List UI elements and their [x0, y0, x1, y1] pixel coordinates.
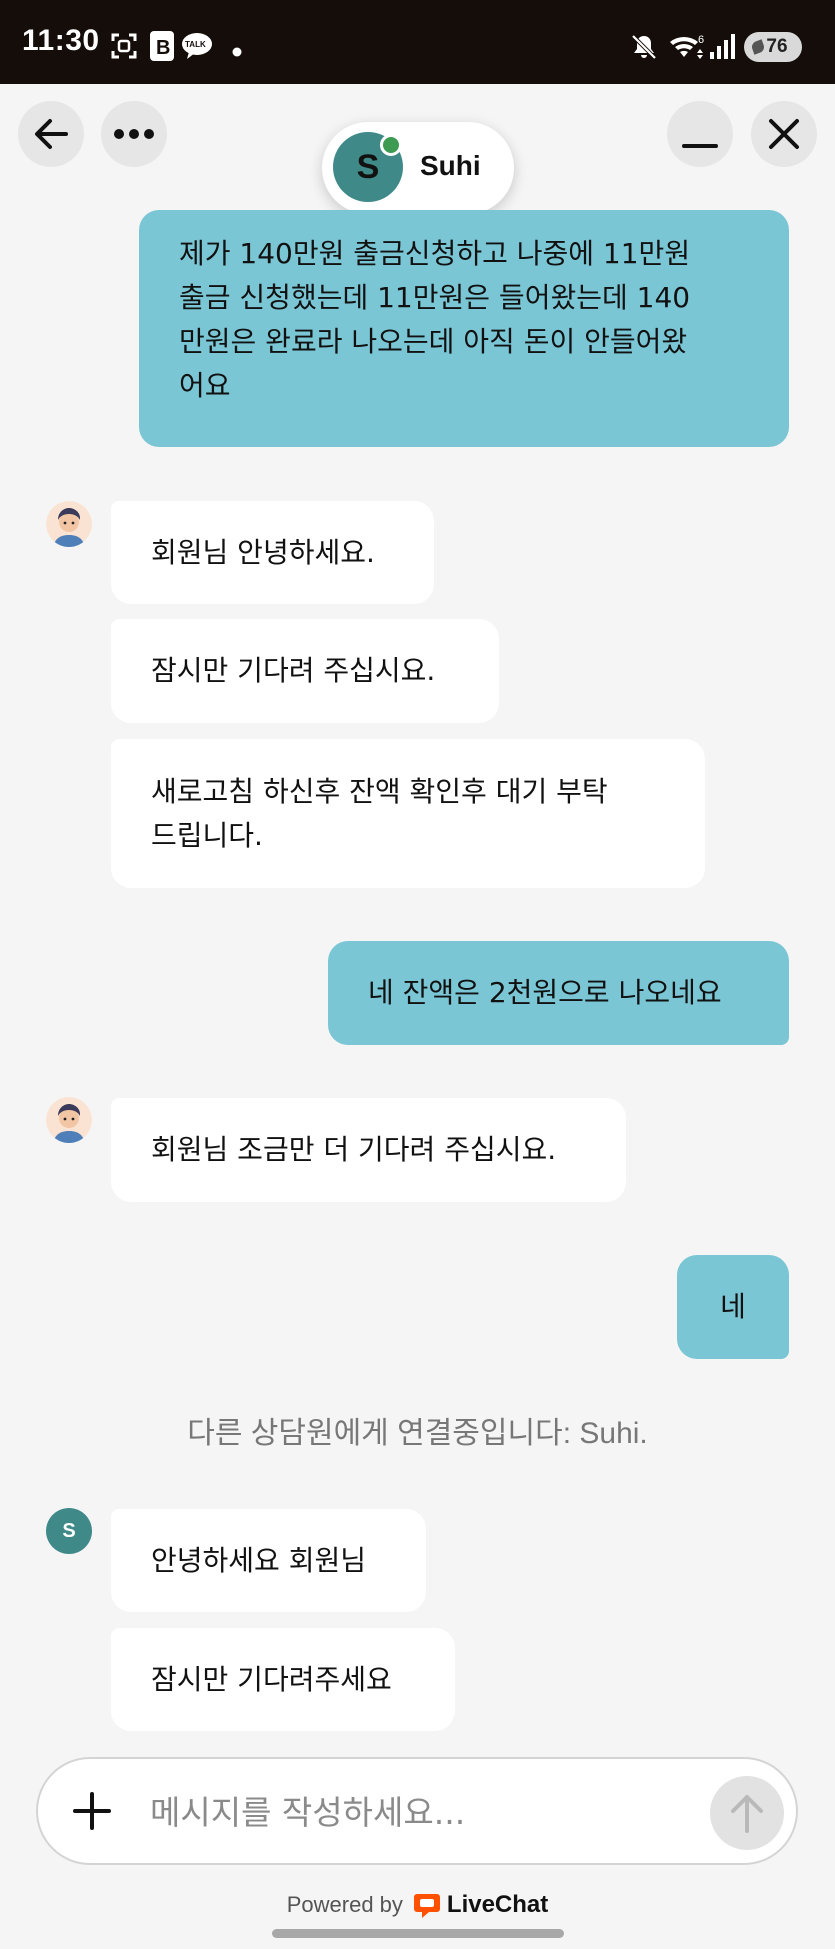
- signal-icon: [708, 32, 736, 64]
- kakaotalk-icon: TALK: [181, 32, 213, 64]
- message-line: 새로고침 하신후 잔액 확인후 대기 부탁: [151, 774, 608, 808]
- message-line: 제가 140만원 출금신청하고 나중에 11만원: [179, 237, 691, 270]
- message-line: 만원은 완료라 나오는데 아직 돈이 안들어왔: [179, 325, 688, 358]
- back-button[interactable]: [18, 101, 84, 167]
- agent-message: 잠시만 기다려 주십시요.: [111, 619, 499, 723]
- minimize-button[interactable]: [667, 101, 733, 167]
- livechat-icon: [413, 1894, 440, 1918]
- online-status-dot: [380, 134, 402, 156]
- more-options-button[interactable]: [101, 101, 167, 167]
- user-message: 제가 140만원 출금신청하고 나중에 11만원 출금 신청했는데 11만원은 …: [139, 210, 789, 447]
- plus-icon: [73, 1792, 111, 1830]
- agent-avatar-image: [46, 501, 92, 547]
- screenshot-icon: [110, 32, 138, 64]
- agent-name: Suhi: [420, 150, 481, 181]
- send-button[interactable]: [710, 1776, 784, 1850]
- powered-by-label: Powered by: [286, 1892, 403, 1917]
- message-text: 회원님 조금만 더 기다려 주십시요.: [151, 1133, 557, 1166]
- user-message: 네 잔액은 2천원으로 나오네요: [328, 941, 789, 1045]
- system-message: 다른 상담원에게 연결중입니다: Suhi.: [187, 1417, 648, 1450]
- wifi-icon: 6: [668, 33, 706, 65]
- mute-icon: [630, 33, 658, 65]
- close-button[interactable]: [751, 101, 817, 167]
- message-text: 회원님 안녕하세요.: [151, 535, 375, 569]
- close-icon: [769, 119, 799, 149]
- agent-message: 회원님 조금만 더 기다려 주십시요.: [111, 1098, 626, 1202]
- agent-avatar-image: [46, 1097, 92, 1143]
- message-text: 네 잔액은 2천원으로 나오네요: [368, 976, 722, 1009]
- battery-icon: 76: [744, 32, 802, 62]
- livechat-logo: LiveChat: [413, 1891, 548, 1919]
- dot-icon: [232, 42, 242, 61]
- powered-by[interactable]: Powered by LiveChat: [0, 1891, 835, 1919]
- agent-header-pill[interactable]: S Suhi: [322, 122, 514, 214]
- wifi-label: 6: [698, 34, 704, 46]
- message-text: 잠시만 기다려주세요: [151, 1662, 392, 1696]
- message-input[interactable]: [150, 1787, 690, 1837]
- status-time: 11:30: [22, 24, 100, 57]
- message-composer: [36, 1757, 798, 1865]
- message-line: 드립니다.: [151, 818, 263, 852]
- agent-message: 잠시만 기다려주세요: [111, 1628, 455, 1731]
- minimize-icon: [682, 144, 718, 148]
- suhi-avatar: S: [46, 1508, 92, 1554]
- agent-message: 안녕하세요 회원님: [111, 1509, 426, 1612]
- message-text: 안녕하세요 회원님: [151, 1543, 366, 1577]
- livechat-brand: LiveChat: [446, 1891, 549, 1918]
- b-app-icon: B: [150, 31, 174, 65]
- message-line: 어요: [179, 369, 231, 402]
- svg-text:B: B: [156, 37, 170, 59]
- message-line: 출금 신청했는데 11만원은 들어왔는데 140: [179, 281, 691, 314]
- kakao-label: TALK: [185, 40, 206, 49]
- arrow-up-icon: [731, 1795, 763, 1833]
- user-message: 네: [677, 1255, 789, 1359]
- more-horizontal-icon: [114, 129, 154, 139]
- message-text: 잠시만 기다려 주십시요.: [151, 654, 436, 687]
- status-bar: 11:30 B TALK 6 76: [0, 0, 835, 84]
- attach-button[interactable]: [66, 1785, 118, 1837]
- agent-message: 새로고침 하신후 잔액 확인후 대기 부탁 드립니다.: [111, 739, 705, 888]
- agent-message: 회원님 안녕하세요.: [111, 501, 434, 604]
- home-indicator[interactable]: [272, 1929, 564, 1938]
- message-text: 네: [720, 1290, 746, 1323]
- arrow-left-icon: [35, 119, 68, 149]
